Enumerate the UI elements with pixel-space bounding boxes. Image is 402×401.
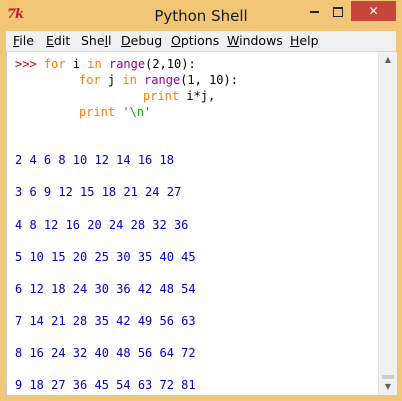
output-line: 8 16 24 32 40 48 56 64 72 (15, 346, 196, 360)
menu-file[interactable]: File (13, 31, 34, 51)
output-line: 7 14 21 28 35 42 49 56 63 (15, 314, 196, 328)
menu-windows-mnemonic: W (227, 33, 240, 48)
scroll-down-icon[interactable]: ▼ (379, 378, 397, 395)
menu-debug-label: ebug (130, 33, 163, 48)
code-text: i (65, 57, 88, 71)
menu-windows[interactable]: Windows (227, 31, 283, 51)
minimize-icon (309, 10, 319, 13)
close-button[interactable]: ✕ (351, 1, 396, 21)
code-text: i*j, (179, 89, 216, 103)
menu-debug[interactable]: Debug (121, 31, 162, 51)
code-line-3: print i*j, (143, 88, 215, 104)
output-line: 6 12 18 24 30 36 42 48 54 (15, 282, 196, 296)
code-text: (2,10): (145, 57, 196, 71)
menu-edit-mnemonic: E (46, 33, 54, 48)
menu-edit-label: dit (53, 33, 71, 48)
menu-options-mnemonic: O (171, 33, 181, 48)
menu-debug-mnemonic: D (121, 33, 131, 48)
menu-shell-label-pre: She (81, 33, 105, 48)
string-literal: '\n' (122, 105, 152, 119)
window-bottom-border (0, 395, 402, 401)
output-line: 3 6 9 12 15 18 21 24 27 (15, 185, 182, 199)
scroll-up-icon[interactable]: ▲ (379, 52, 397, 69)
keyword-for: for (79, 73, 101, 87)
maximize-button[interactable] (326, 1, 350, 21)
output-line: 9 18 27 36 45 54 63 72 81 (15, 378, 196, 392)
code-line-4: print '\n' (79, 104, 151, 120)
keyword-in: in (87, 57, 102, 71)
menu-help[interactable]: Help (290, 31, 319, 51)
output-line: 5 10 15 20 25 30 35 40 45 (15, 250, 196, 264)
menu-shell-label: l (108, 33, 112, 48)
menu-windows-label: indows (239, 33, 283, 48)
menu-options-label: ptions (180, 33, 220, 48)
keyword-in: in (122, 73, 137, 87)
shell-prompt: >>> (15, 57, 37, 71)
menu-shell[interactable]: Shell (81, 31, 112, 51)
maximize-icon (333, 6, 343, 17)
code-line-2: for j in range(1, 10): (79, 72, 238, 88)
shell-text-area[interactable]: >>> for i in range(2,10): for j in range… (6, 52, 379, 395)
menu-bar: File Edit Shell Debug Options Windows He… (6, 31, 396, 52)
output-line: 2 4 6 8 10 12 14 16 18 (15, 153, 174, 167)
menu-edit[interactable]: Edit (46, 31, 70, 51)
close-icon: ✕ (368, 4, 379, 18)
keyword-print: print (143, 89, 180, 103)
code-line-1: >>> for i in range(2,10): (15, 56, 196, 72)
code-text: j (100, 73, 123, 87)
menu-file-label: ile (19, 33, 34, 48)
menu-options[interactable]: Options (171, 31, 219, 51)
builtin-range: range (144, 73, 181, 87)
python-shell-window: 7k Python Shell ✕ File Edit Shell Debug … (0, 0, 402, 401)
vertical-scrollbar[interactable]: ▲ ▼ (378, 52, 397, 395)
code-text: (1, 10): (180, 73, 238, 87)
title-bar[interactable]: 7k Python Shell ✕ (0, 0, 402, 31)
menu-help-mnemonic: H (290, 33, 300, 48)
minimize-button[interactable] (303, 1, 325, 21)
keyword-for: for (43, 57, 66, 71)
keyword-print: print (79, 105, 116, 119)
output-line: 4 8 12 16 20 24 28 32 36 (15, 218, 189, 232)
builtin-range: range (108, 57, 146, 71)
menu-help-label: elp (299, 33, 319, 48)
